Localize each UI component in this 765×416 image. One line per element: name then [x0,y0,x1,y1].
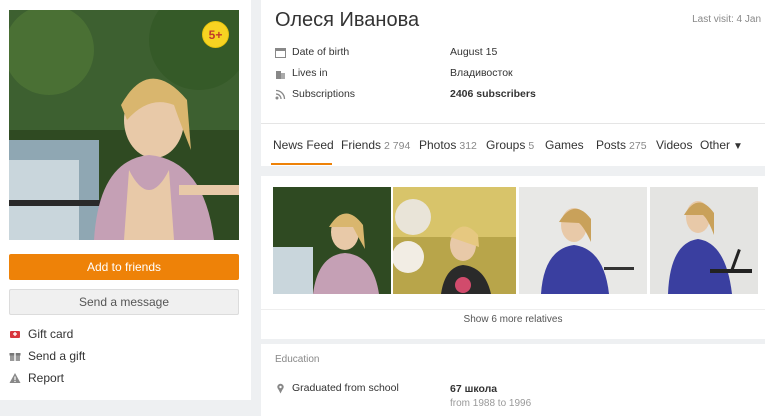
school-years: from 1988 to 1996 [450,398,532,409]
tab-count: 2 794 [384,140,411,152]
photo-thumbnail[interactable] [519,187,647,294]
tab-news-feed[interactable]: News Feed [273,138,334,152]
calendar-icon [275,47,286,58]
send-message-button[interactable]: Send a message [9,289,239,315]
profile-header-panel: Олеся Иванова Last visit: 4 Jan Date of … [261,0,765,166]
tab-friends[interactable]: Friends 2 794 [341,138,410,152]
tab-label: Videos [656,138,693,152]
warning-icon [9,372,21,384]
info-value-subscriptions[interactable]: 2406 subscribers [450,88,536,100]
send-gift-link[interactable]: Send a gift [9,347,85,365]
profile-tabs: News Feed Friends 2 794 Photos 312 Groups 5… [261,128,765,165]
tab-videos[interactable]: Videos [656,138,692,152]
age-badge: 5+ [202,21,229,48]
info-row-birth: Date of birth [275,44,349,60]
tab-label: Photos [419,138,457,152]
info-row-city: Lives in [275,65,328,81]
tab-label: Other [700,138,731,152]
tab-count: 312 [459,140,477,152]
tab-label: Friends [341,138,382,152]
report-link[interactable]: Report [9,369,64,387]
send-gift-label: Send a gift [28,349,86,363]
tab-label: Posts [596,138,627,152]
tab-label: Games [545,138,584,152]
photo-thumbnail[interactable] [273,187,391,294]
tab-active-indicator [271,163,332,165]
tab-other[interactable]: Other ▼ [700,138,743,152]
relatives-panel: Show 6 more relatives [261,309,765,339]
tab-photos[interactable]: Photos 312 [419,138,477,152]
left-bottom-spacer [0,400,251,416]
school-name[interactable]: 67 школа [450,383,497,395]
tab-posts[interactable]: Posts 275 [596,138,647,152]
tab-games[interactable]: Games [545,138,584,152]
gift-card-link[interactable]: Gift card [9,325,73,343]
info-label: Lives in [292,67,328,79]
tab-groups[interactable]: Groups 5 [486,138,534,152]
rss-icon [275,89,286,100]
profile-photo[interactable]: 5+ [9,10,239,240]
tab-count: 275 [629,140,647,152]
info-label: Subscriptions [292,88,356,100]
location-pin-icon [275,383,286,394]
building-icon [275,68,286,79]
photo-image [650,187,758,294]
education-label: Graduated from school [292,382,399,394]
gift-card-icon [9,328,21,340]
info-value-birth: August 15 [450,46,498,58]
info-row-subscriptions: Subscriptions [275,86,355,102]
info-label: Date of birth [292,46,350,58]
photo-image [393,187,516,294]
divider [261,123,765,124]
gift-card-label: Gift card [28,327,74,341]
photo-thumbnail[interactable] [393,187,516,294]
show-more-relatives-link[interactable]: Show 6 more relatives [261,310,765,330]
education-panel: Education Graduated from school 67 школа… [261,344,765,416]
photo-image [519,187,647,294]
education-row: Graduated from school [275,382,399,394]
education-title: Education [275,354,320,365]
photos-panel [261,176,765,309]
info-value-city[interactable]: Владивосток [450,67,513,79]
tab-count: 5 [528,140,535,152]
left-column: 5+ Add to friends Send a message Gift ca… [0,0,251,416]
last-visit: Last visit: 4 Jan [692,14,761,25]
photo-thumbnail[interactable] [650,187,758,294]
gift-icon [9,350,21,362]
tab-label: Groups [486,138,526,152]
tab-label: News Feed [273,138,334,152]
profile-photo-image [9,10,239,240]
profile-name: Олеся Иванова [275,9,420,31]
report-label: Report [28,371,65,385]
photo-image [273,187,391,294]
add-to-friends-button[interactable]: Add to friends [9,254,239,280]
caret-down-icon: ▼ [733,141,743,152]
